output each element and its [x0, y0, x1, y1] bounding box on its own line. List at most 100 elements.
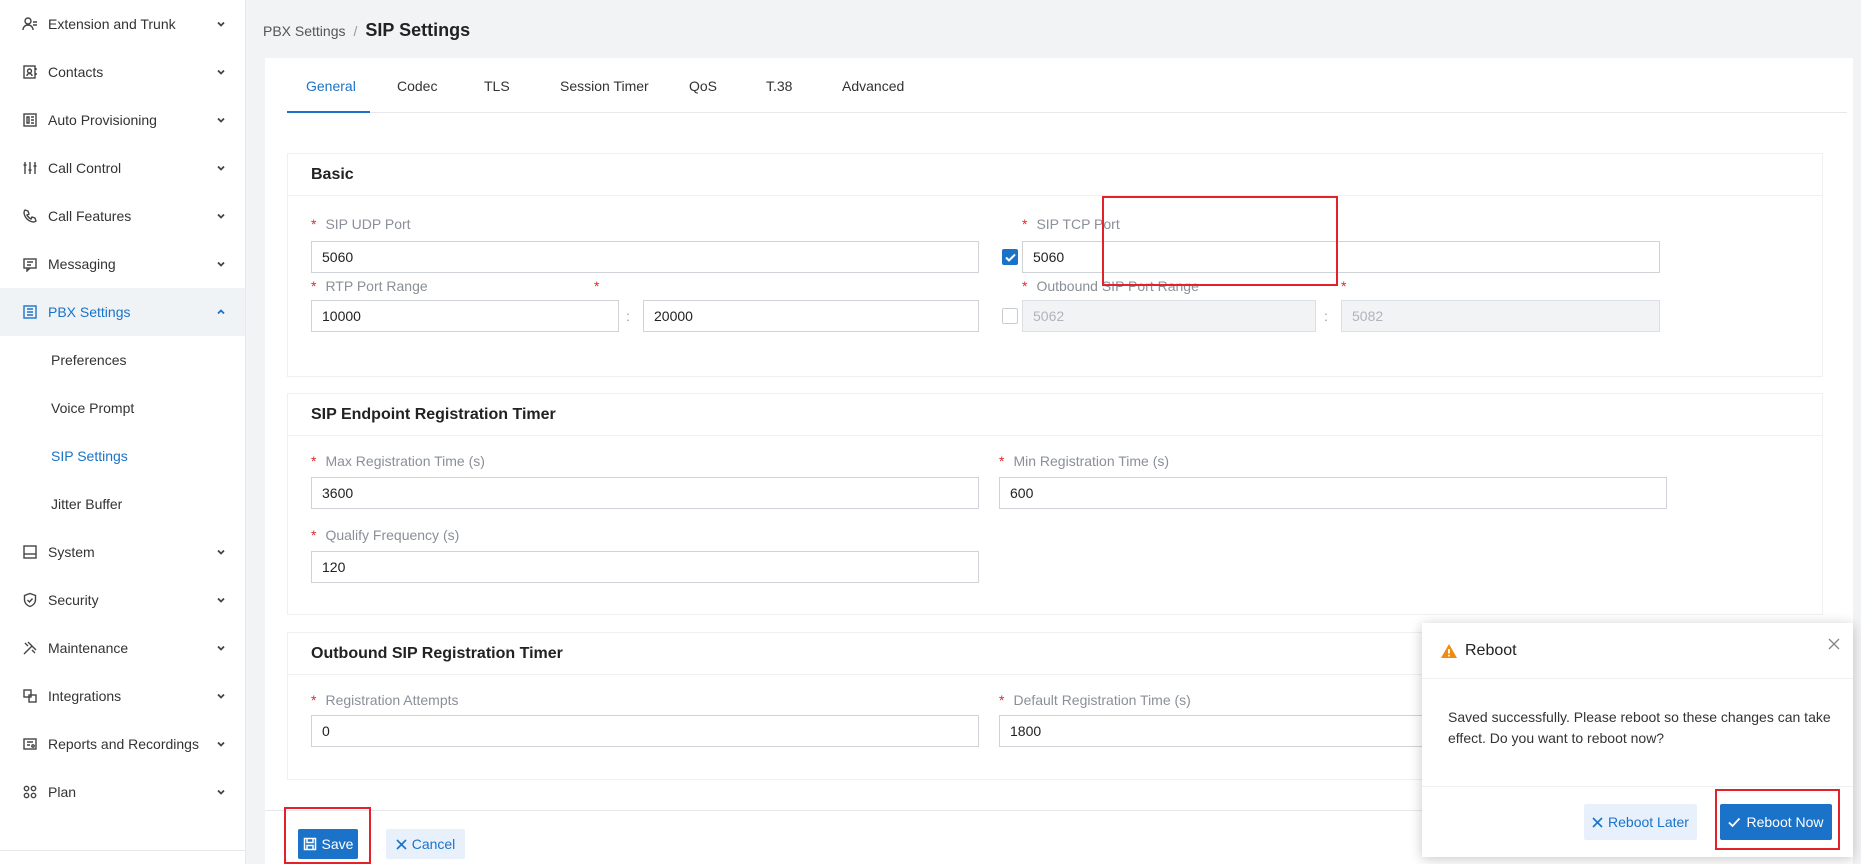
chevron-down-icon	[217, 597, 225, 603]
breadcrumb-separator: /	[353, 23, 358, 39]
message-icon	[22, 256, 38, 272]
reboot-later-label: Reboot Later	[1608, 814, 1689, 830]
sip-udp-port-label: * SIP UDP Port	[311, 216, 411, 232]
chevron-down-icon	[217, 789, 225, 795]
plan-icon	[22, 784, 38, 800]
section-basic: Basic * SIP UDP Port 5060 * RTP Port Range…	[287, 153, 1823, 377]
tab-tls[interactable]: TLS	[484, 78, 510, 94]
sidebar-item-integrations[interactable]: Integrations	[0, 672, 245, 720]
sidebar-item-security[interactable]: Security	[0, 576, 245, 624]
sip-tcp-enable-checkbox[interactable]	[1002, 249, 1018, 265]
sidebar-item-label: Integrations	[48, 688, 122, 704]
checkmark-icon	[1004, 253, 1016, 262]
cancel-button[interactable]: Cancel	[386, 829, 465, 859]
sidebar-item-contacts[interactable]: Contacts	[0, 48, 245, 96]
provisioning-icon	[22, 112, 38, 128]
sidebar-item-label: PBX Settings	[48, 304, 131, 320]
close-icon[interactable]	[1827, 637, 1841, 651]
rtp-port-range-label: * RTP Port Range	[311, 278, 428, 294]
sip-udp-port-input[interactable]: 5060	[311, 241, 979, 273]
min-registration-time-input[interactable]: 600	[999, 477, 1667, 509]
registration-attempts-input[interactable]: 0	[311, 715, 979, 747]
breadcrumb: PBX Settings / SIP Settings	[263, 20, 470, 41]
chevron-down-icon	[217, 645, 225, 651]
qualify-frequency-input[interactable]: 120	[311, 551, 979, 583]
sidebar-subitem-preferences[interactable]: Preferences	[0, 336, 245, 384]
sidebar-item-label: System	[48, 544, 95, 560]
tab-session-timer[interactable]: Session Timer	[560, 78, 649, 94]
sidebar-item-label: Maintenance	[48, 640, 129, 656]
reboot-later-button[interactable]: Reboot Later	[1584, 804, 1697, 840]
sliders-icon	[22, 160, 38, 176]
phone-icon	[22, 208, 38, 224]
sidebar-item-messaging[interactable]: Messaging	[0, 240, 245, 288]
outbound-sip-enable-checkbox[interactable]	[1002, 308, 1018, 324]
save-icon	[303, 837, 316, 851]
settings-grid-icon	[22, 304, 38, 320]
chevron-down-icon	[217, 261, 225, 267]
sidebar-item-extension-and-trunk[interactable]: Extension and Trunk	[0, 0, 245, 48]
range-separator: :	[626, 308, 630, 324]
save-button-label: Save	[321, 836, 354, 852]
chevron-down-icon	[217, 117, 225, 123]
save-button[interactable]: Save	[298, 829, 358, 859]
cancel-button-label: Cancel	[411, 836, 456, 852]
outbound-port-end-input[interactable]: 5082	[1341, 300, 1660, 332]
sidebar-item-auto-provisioning[interactable]: Auto Provisioning	[0, 96, 245, 144]
tab-general[interactable]: General	[306, 78, 356, 94]
close-icon	[1592, 816, 1603, 828]
chevron-down-icon	[217, 165, 225, 171]
rtp-port-end-input[interactable]: 20000	[643, 300, 979, 332]
reports-icon	[22, 736, 38, 752]
default-registration-time-label: * Default Registration Time (s)	[999, 692, 1191, 708]
sidebar-item-label: Auto Provisioning	[48, 112, 157, 128]
sidebar-item-pbx-settings[interactable]: PBX Settings	[0, 288, 245, 336]
sidebar-subitem-voice-prompt[interactable]: Voice Prompt	[0, 384, 245, 432]
outbound-port-start-input[interactable]: 5062	[1022, 300, 1316, 332]
qualify-frequency-label: * Qualify Frequency (s)	[311, 527, 460, 543]
sidebar-item-label: Call Features	[48, 208, 132, 224]
chevron-down-icon	[217, 69, 225, 75]
reboot-now-button[interactable]: Reboot Now	[1720, 804, 1832, 840]
tab-bar: General Codec TLS Session Timer QoS T.38…	[287, 58, 1847, 113]
active-tab-indicator	[287, 111, 370, 113]
tab-qos[interactable]: QoS	[689, 78, 717, 94]
sidebar-item-label: Extension and Trunk	[48, 16, 176, 32]
sidebar-item-call-features[interactable]: Call Features	[0, 192, 245, 240]
sidebar: Extension and Trunk Contacts Auto Provis…	[0, 0, 246, 864]
sip-tcp-port-label: * SIP TCP Port	[1022, 216, 1120, 232]
warning-icon	[1441, 643, 1457, 658]
tab-codec[interactable]: Codec	[397, 78, 437, 94]
registration-attempts-label: * Registration Attempts	[311, 692, 459, 708]
sidebar-item-maintenance[interactable]: Maintenance	[0, 624, 245, 672]
contacts-icon	[22, 64, 38, 80]
outbound-port-end-required: *	[1341, 278, 1347, 294]
sidebar-item-label: Reports and Recordings	[48, 736, 199, 752]
tools-icon	[22, 640, 38, 656]
sidebar-item-reports-and-recordings[interactable]: Reports and Recordings	[0, 720, 245, 768]
sip-tcp-port-input[interactable]: 5060	[1022, 241, 1660, 273]
system-icon	[22, 544, 38, 560]
max-registration-time-input[interactable]: 3600	[311, 477, 979, 509]
tab-t38[interactable]: T.38	[766, 78, 792, 94]
sidebar-subitem-jitter-buffer[interactable]: Jitter Buffer	[0, 480, 245, 528]
dialog-footer: Reboot Later Reboot Now	[1422, 786, 1853, 857]
user-icon	[22, 16, 38, 32]
sidebar-item-system[interactable]: System	[0, 528, 245, 576]
section-endpoint-registration-timer: SIP Endpoint Registration Timer * Max Reg…	[287, 393, 1823, 615]
tab-advanced[interactable]: Advanced	[842, 78, 904, 94]
chevron-down-icon	[217, 693, 225, 699]
rtp-port-start-input[interactable]: 10000	[311, 300, 619, 332]
section-title: SIP Endpoint Registration Timer	[288, 394, 1822, 436]
range-separator: :	[1324, 308, 1328, 324]
sidebar-item-label: Plan	[48, 784, 77, 800]
sidebar-footer-divider	[0, 850, 245, 864]
sidebar-item-plan[interactable]: Plan	[0, 768, 245, 816]
sidebar-item-call-control[interactable]: Call Control	[0, 144, 245, 192]
rtp-port-end-required: *	[594, 278, 600, 294]
chevron-down-icon	[217, 21, 225, 27]
breadcrumb-parent[interactable]: PBX Settings	[263, 23, 346, 39]
chevron-down-icon	[217, 213, 225, 219]
sidebar-subitem-sip-settings[interactable]: SIP Settings	[0, 432, 245, 480]
chevron-down-icon	[217, 741, 225, 747]
